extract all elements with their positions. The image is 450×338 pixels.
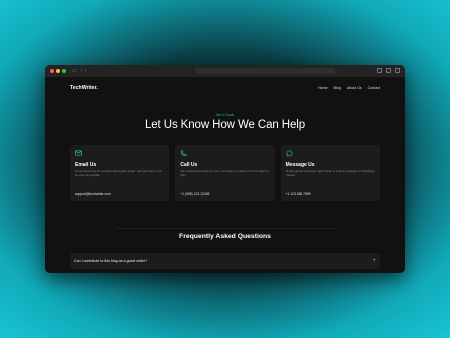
card-description: Let us know how we can help with a quick… — [75, 170, 162, 177]
whatsapp-icon — [286, 150, 375, 157]
contact-card-email: Email Us Let us know how we can help wit… — [70, 145, 170, 201]
nav-link-contact[interactable]: Contact — [368, 86, 380, 90]
address-bar[interactable] — [195, 68, 335, 74]
email-link[interactable]: support@techwriter.com — [75, 192, 111, 196]
browser-window: ▭ ‹ › TechWriter. Home Blog About Us Con… — [45, 65, 405, 273]
site-header: TechWriter. Home Blog About Us Contact — [45, 77, 405, 99]
nav-link-about-us[interactable]: About Us — [347, 86, 362, 90]
nav-link-blog[interactable]: Blog — [334, 86, 341, 90]
whatsapp-link[interactable]: +1 123 456 7899 — [286, 192, 311, 196]
contact-card-message: Message Us Simply tap the whatsapp right… — [280, 145, 380, 201]
card-title: Message Us — [285, 162, 315, 168]
hero-tag: Get in Touch — [215, 113, 235, 117]
section-divider — [115, 228, 335, 229]
card-description: Simply tap the whatsapp right? Send us a… — [285, 170, 375, 177]
faq-item[interactable]: Can I contribute to this blog as a guest… — [70, 253, 380, 269]
tab-overview-icon[interactable] — [395, 68, 400, 73]
contact-card-phone: Call Us We would love to hear from you. … — [175, 145, 275, 201]
faq-title: Frequently Asked Questions — [179, 233, 271, 240]
card-description: We would love to hear from you. Our team… — [180, 170, 269, 177]
close-window-button[interactable] — [50, 69, 54, 73]
card-title: Call Us — [180, 162, 198, 168]
hero-section: Get in Touch Let Us Know How We Can Help — [45, 113, 405, 131]
contact-cards: Email Us Let us know how we can help wit… — [70, 145, 380, 201]
forward-icon[interactable]: › — [84, 68, 86, 74]
page-title: Let Us Know How We Can Help — [144, 119, 306, 131]
nav-link-home[interactable]: Home — [318, 86, 328, 90]
maximize-window-button[interactable] — [62, 69, 66, 73]
site-logo[interactable]: TechWriter. — [70, 85, 98, 91]
plus-icon[interactable]: + — [372, 258, 376, 264]
minimize-window-button[interactable] — [56, 69, 60, 73]
browser-toolbar: ▭ ‹ › — [45, 65, 405, 77]
mail-icon — [75, 150, 164, 157]
share-icon[interactable] — [377, 68, 382, 73]
phone-link[interactable]: +1 (098) 123-12349 — [180, 192, 209, 196]
sidebar-icon[interactable]: ▭ — [72, 68, 77, 74]
card-title: Email Us — [75, 162, 97, 168]
back-icon[interactable]: ‹ — [81, 68, 83, 74]
faq-question: Can I contribute to this blog as a guest… — [74, 259, 148, 263]
main-nav: Home Blog About Us Contact — [318, 86, 380, 90]
new-tab-icon[interactable] — [386, 68, 391, 73]
phone-icon — [180, 150, 269, 157]
